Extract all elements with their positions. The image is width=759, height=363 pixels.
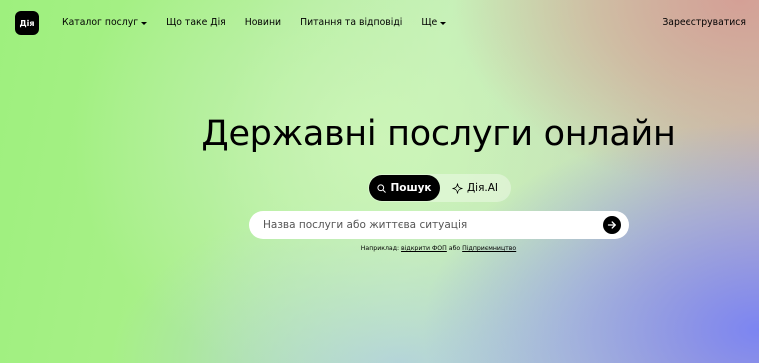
diia-logo[interactable]: Дія (15, 11, 39, 35)
hint-link-open-fop[interactable]: відкрити ФОП (401, 245, 447, 252)
hint-link-entrepreneurship[interactable]: Підприємництво (462, 245, 516, 252)
nav-item-label: Питання та відповіді (300, 17, 403, 28)
search-mode-toggle: Пошук Дія.AI (368, 174, 511, 202)
search-submit-button[interactable] (603, 216, 621, 234)
sparkle-icon (452, 182, 463, 194)
caret-down-icon (141, 21, 148, 25)
nav-item-label: Що таке Дія (166, 17, 226, 28)
main-nav: Каталог послуг Що таке Дія Новини Питанн… (62, 17, 465, 28)
ai-mode-button[interactable]: Дія.AI (442, 175, 508, 201)
hint-connector: або (448, 245, 461, 252)
search-mode-button[interactable]: Пошук (369, 175, 440, 201)
nav-item-more[interactable]: Ще (421, 17, 447, 28)
caret-down-icon (440, 21, 447, 25)
arrow-right-icon (607, 221, 616, 229)
hint-prefix: Наприклад: (360, 245, 400, 252)
nav-item-label: Ще (421, 17, 438, 28)
search-box (249, 211, 629, 239)
nav-item-faq[interactable]: Питання та відповіді (300, 17, 402, 28)
nav-item-catalog[interactable]: Каталог послуг (62, 17, 148, 28)
nav-item-what-is-diia[interactable]: Що таке Дія (166, 17, 226, 28)
search-hint: Наприклад: відкрити ФОП або Підприємницт… (0, 245, 759, 252)
nav-item-news[interactable]: Новини (245, 17, 281, 28)
search-input[interactable] (263, 211, 593, 239)
search-mode-label: Пошук (390, 182, 432, 194)
nav-item-label: Каталог послуг (62, 17, 139, 28)
header: Дія Каталог послуг Що таке Дія Новини Пи… (0, 0, 759, 44)
ai-mode-label: Дія.AI (466, 182, 499, 194)
page-title: Державні послуги онлайн (201, 114, 676, 154)
page: Дія Каталог послуг Що таке Дія Новини Пи… (0, 0, 759, 363)
search-icon (377, 183, 387, 193)
nav-item-label: Новини (244, 17, 282, 28)
register-link[interactable]: Зареєструватися (662, 17, 746, 28)
